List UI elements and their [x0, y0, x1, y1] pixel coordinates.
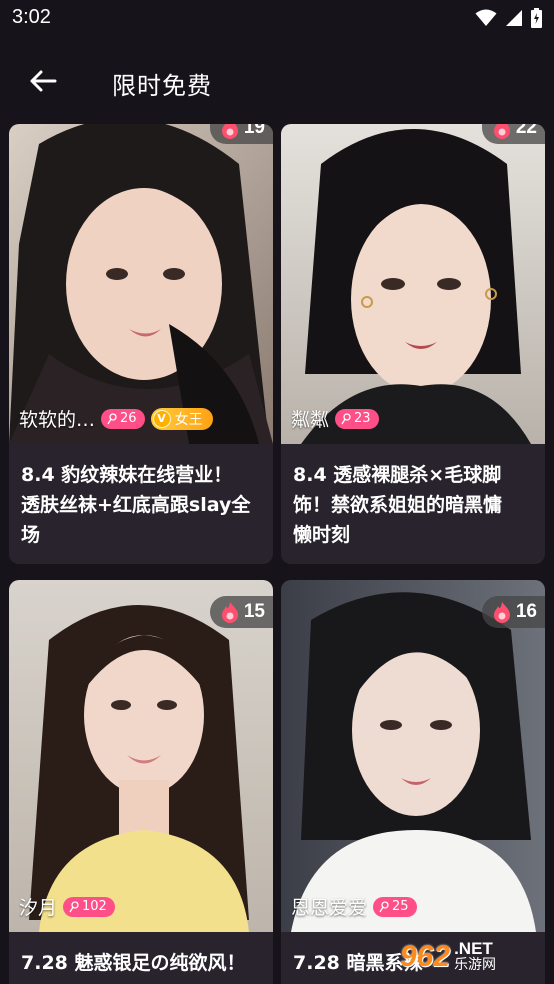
content-card[interactable]: 16 恩恩爱爱 25 7.28 暗黑系辣: [281, 580, 545, 984]
cover-photo: [281, 580, 545, 932]
status-icons: [475, 8, 542, 28]
popularity-count: 19: [243, 124, 265, 138]
card-title-line: 7.28 魅惑银足の纯欲风！: [21, 952, 246, 974]
popularity-count: 16: [515, 601, 537, 622]
card-title[interactable]: 8.4 豹纹辣妹在线营业！ 透肤丝袜+红底高跟slay全 场: [9, 444, 273, 550]
watermark-side: .NET 乐游网: [454, 939, 497, 973]
author-row: 粼粼 23: [291, 405, 379, 432]
popularity-count: 22: [515, 124, 537, 138]
level-number: 26: [120, 411, 137, 426]
card-title-line: 透肤丝袜+红底高跟slay全: [21, 494, 251, 516]
card-title[interactable]: 8.4 透感裸腿杀×毛球脚 饰！禁欲系姐姐的暗黑慵 懒时刻: [281, 444, 545, 550]
content-card[interactable]: 22 粼粼 23 8.4 透感裸腿杀×毛球脚 饰！禁欲系姐姐的暗黑慵 懒时刻: [281, 124, 545, 564]
author-name[interactable]: 软软的…: [19, 405, 95, 432]
battery-icon: [531, 8, 542, 28]
cover-photo: [9, 580, 273, 932]
author-name[interactable]: 汐月: [19, 893, 57, 920]
cover-photo: [281, 124, 545, 444]
card-cover-image[interactable]: 15 汐月 102: [9, 580, 273, 932]
level-badge: 25: [373, 896, 417, 917]
gender-female-icon: [69, 900, 79, 912]
status-time: 3:02: [12, 6, 51, 28]
card-cover-image[interactable]: 19 软软的… 26 V 女王: [9, 124, 273, 444]
author-row: 恩恩爱爱 25: [291, 893, 417, 920]
gender-female-icon: [379, 900, 389, 912]
back-button[interactable]: [22, 60, 64, 102]
content-card[interactable]: 15 汐月 102 7.28 魅惑银足の纯欲风！: [9, 580, 273, 984]
card-cover-image[interactable]: 16 恩恩爱爱 25: [281, 580, 545, 932]
author-row: 软软的… 26 V 女王: [19, 405, 213, 432]
status-bar: 3:02: [0, 0, 554, 38]
card-title[interactable]: 7.28 魅惑银足の纯欲风！: [9, 932, 273, 978]
site-watermark: 962 .NET 乐游网: [400, 934, 550, 980]
watermark-logo: 962: [400, 940, 451, 973]
signal-icon: [506, 10, 522, 26]
popularity-badge: 22: [481, 124, 545, 144]
card-title-line: 场: [21, 524, 41, 546]
card-title-line: 8.4 透感裸腿杀×毛球脚: [293, 464, 502, 486]
fire-icon: [221, 602, 238, 623]
fire-icon: [493, 602, 510, 623]
arrow-left-icon: [30, 70, 57, 92]
content-card[interactable]: 19 软软的… 26 V 女王 8.4 豹纹辣妹在线营业！ 透肤丝袜+红底高跟s…: [9, 124, 273, 564]
level-number: 25: [392, 899, 409, 914]
cover-photo: [9, 124, 273, 444]
watermark-cn: 乐游网: [454, 957, 497, 973]
fire-icon: [493, 124, 510, 139]
popularity-count: 15: [243, 601, 265, 622]
author-name[interactable]: 恩恩爱爱: [291, 893, 367, 920]
level-badge: 102: [63, 896, 115, 917]
level-number: 23: [354, 411, 371, 426]
watermark-net: .NET: [454, 939, 493, 958]
gender-female-icon: [341, 412, 351, 424]
app-header: 限时免费: [0, 38, 554, 124]
wifi-icon: [475, 9, 497, 26]
author-name[interactable]: 粼粼: [291, 405, 329, 432]
queen-badge: V 女王: [150, 407, 213, 430]
level-badge: 26: [101, 408, 145, 429]
level-badge: 23: [335, 408, 379, 429]
card-title-line: 8.4 豹纹辣妹在线营业！: [21, 464, 233, 486]
fire-icon: [221, 124, 238, 139]
author-row: 汐月 102: [19, 893, 115, 920]
vip-v-icon: V: [152, 409, 171, 428]
page-title: 限时免费: [112, 72, 212, 100]
level-number: 102: [82, 899, 107, 914]
popularity-badge: 15: [209, 596, 273, 628]
gender-female-icon: [107, 412, 117, 424]
popularity-badge: 16: [481, 596, 545, 628]
card-title-line: 饰！禁欲系姐姐的暗黑慵: [293, 494, 503, 516]
popularity-badge: 19: [209, 124, 273, 144]
card-title-line: 懒时刻: [293, 524, 351, 546]
queen-label: 女王: [174, 411, 203, 428]
card-grid: 19 软软的… 26 V 女王 8.4 豹纹辣妹在线营业！ 透肤丝袜+红底高跟s…: [0, 124, 554, 984]
card-cover-image[interactable]: 22 粼粼 23: [281, 124, 545, 444]
